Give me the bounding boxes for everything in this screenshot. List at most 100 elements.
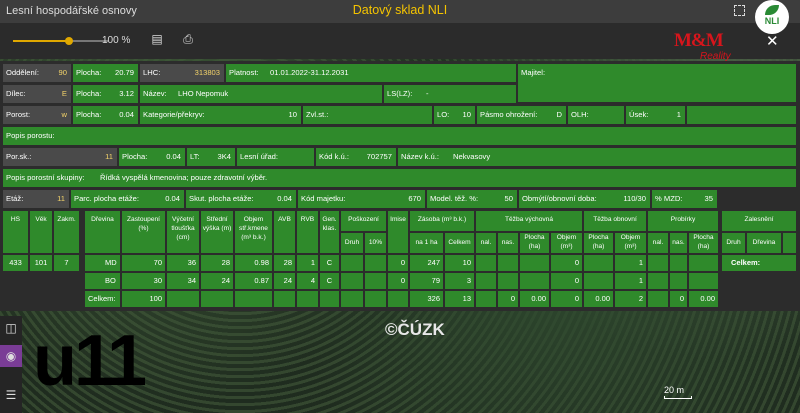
row-0-cell-1: 70 [122, 255, 165, 271]
layers-panel-icon[interactable]: ◫ [0, 317, 22, 339]
plocha-porsk-field: Plocha: 0.04 [119, 148, 185, 166]
col-zakm: Zakm. [54, 211, 79, 253]
row-1-cell-7: C [320, 273, 339, 289]
row-0-cell-6: 1 [297, 255, 318, 271]
zoom-slider[interactable] [13, 37, 108, 45]
etaz-field: Etáž: 11 [3, 190, 69, 208]
col-pr-plocha: Plocha (ha) [689, 233, 718, 253]
info-panel: Oddělení: 90 Plocha: 20.79 LHC: 313803 Plat… [0, 61, 800, 311]
row-0-cell-12: 10 [445, 255, 474, 271]
col-tv-nal: nal. [476, 233, 496, 253]
row-0-cell-17 [584, 255, 613, 271]
col-vyska: Střední výška (m) [201, 211, 233, 253]
col-zasoba: Zásoba (m³ b.k.) [410, 211, 474, 231]
total-cell-4 [235, 291, 272, 307]
total-cell-1: 100 [122, 291, 165, 307]
col-zal-extra [783, 233, 796, 253]
row-1-cell-10: 0 [388, 273, 408, 289]
plocha-porost-field: Plocha: 0.04 [73, 106, 138, 124]
col-posk-druh: Druh [341, 233, 363, 253]
map-pin-icon[interactable]: ◉ [0, 345, 22, 367]
ls-field: LS(LZ): - [384, 85, 516, 103]
col-zalesneni: Zalesnění [722, 211, 796, 231]
row-0-cell-7: C [320, 255, 339, 271]
total-cell-13 [476, 291, 496, 307]
col-tv-objem: Objem (m³) [551, 233, 582, 253]
scale-label: 20 m [664, 385, 685, 395]
total-cell-18: 2 [615, 291, 646, 307]
col-zal-drevina: Dřevina [747, 233, 781, 253]
porsk-field: Por.sk.: 11 [3, 148, 117, 166]
row-1-cell-13 [476, 273, 496, 289]
row-1-cell-17 [584, 273, 613, 289]
zoom-level: 100 % [102, 35, 131, 46]
row-1-cell-21 [689, 273, 718, 289]
total-cell-21: 0.00 [689, 291, 718, 307]
total-cell-16: 0 [551, 291, 582, 307]
row-1-cell-20 [670, 273, 687, 289]
zalesneni-total-label: Celkem: [722, 255, 796, 271]
obmyti-field: Obmýtí/obnovní doba: 110/30 [519, 190, 650, 208]
row-1-cell-3: 24 [201, 273, 233, 289]
row-0-cell-3: 28 [201, 255, 233, 271]
col-zasoba-celkem: Celkem [445, 233, 474, 253]
nli-logo[interactable]: NLI [755, 0, 789, 34]
row-1-cell-16: 0 [551, 273, 582, 289]
empty-field [687, 106, 796, 124]
row-1-cell-1: 30 [122, 273, 165, 289]
leaf-icon [765, 5, 779, 15]
total-cell-7 [320, 291, 339, 307]
col-tezba-obnovni: Těžba obnovní [584, 211, 646, 231]
popis-porostu-field: Popis porostu: [3, 127, 796, 145]
row-0-cell-13 [476, 255, 496, 271]
fullscreen-icon[interactable] [734, 5, 745, 16]
row-1-cell-8 [341, 273, 363, 289]
map-watermark: ©ČÚZK [385, 320, 445, 339]
lo-field: LO: 10 [434, 106, 475, 124]
layers-icon[interactable]: ☰ [0, 384, 22, 406]
print-icon[interactable]: ⎙ [182, 33, 194, 46]
lt-field: LT: 3K4 [187, 148, 235, 166]
col-pr-nas: nas. [670, 233, 687, 253]
col-tloustka: Výčetní tloušťka (cm) [167, 211, 199, 253]
col-tezba-vychovna: Těžba výchovná [476, 211, 582, 231]
plocha-oddeleni-field: Plocha: 20.79 [73, 64, 138, 82]
row-1-cell-12: 3 [445, 273, 474, 289]
close-icon[interactable]: ✕ [766, 32, 779, 50]
row-1-cell-19 [648, 273, 668, 289]
row-0-cell-16: 0 [551, 255, 582, 271]
col-to-objem: Objem (m³) [615, 233, 646, 253]
col-zastoupeni: Zastoupení (%) [122, 211, 165, 253]
oddeleni-field: Oddělení: 90 [3, 64, 71, 82]
row-0-cell-20 [670, 255, 687, 271]
platnost-field: Platnost: 01.01.2022-31.12.2031 [226, 64, 516, 82]
map-parcel-label: u11 [33, 321, 147, 401]
col-poskozeni: Poškození [341, 211, 386, 231]
plocha-dilec-field: Plocha: 3.12 [73, 85, 138, 103]
olh-field: OLH: [568, 106, 624, 124]
row-1-cell-4: 0.87 [235, 273, 272, 289]
brand-logo: M&M [674, 30, 724, 51]
kod-majetku-field: Kód majetku: 670 [298, 190, 425, 208]
total-cell-5 [274, 291, 295, 307]
kod-ku-field: Kód k.ú.: 702757 [316, 148, 396, 166]
row-0-cell-8 [341, 255, 363, 271]
col-tv-plocha: Plocha (ha) [520, 233, 549, 253]
hs-value: 433 [3, 255, 28, 271]
row-0-cell-11: 247 [410, 255, 443, 271]
zakm-value: 7 [54, 255, 79, 271]
total-cell-3 [201, 291, 233, 307]
zoom-slider-knob[interactable] [65, 37, 73, 45]
row-1-cell-6: 4 [297, 273, 318, 289]
col-to-plocha: Plocha (ha) [584, 233, 613, 253]
total-cell-9 [365, 291, 386, 307]
total-cell-20: 0 [670, 291, 687, 307]
col-hs: HS [3, 211, 28, 253]
document-icon[interactable]: ▤ [151, 33, 163, 46]
skut-plocha-field: Skut. plocha etáže: 0.04 [186, 190, 296, 208]
model-tez-field: Model. těž. %: 50 [427, 190, 517, 208]
col-vek: Věk [30, 211, 52, 253]
total-cell-19 [648, 291, 668, 307]
row-0-cell-18: 1 [615, 255, 646, 271]
scale-bar [664, 396, 692, 399]
